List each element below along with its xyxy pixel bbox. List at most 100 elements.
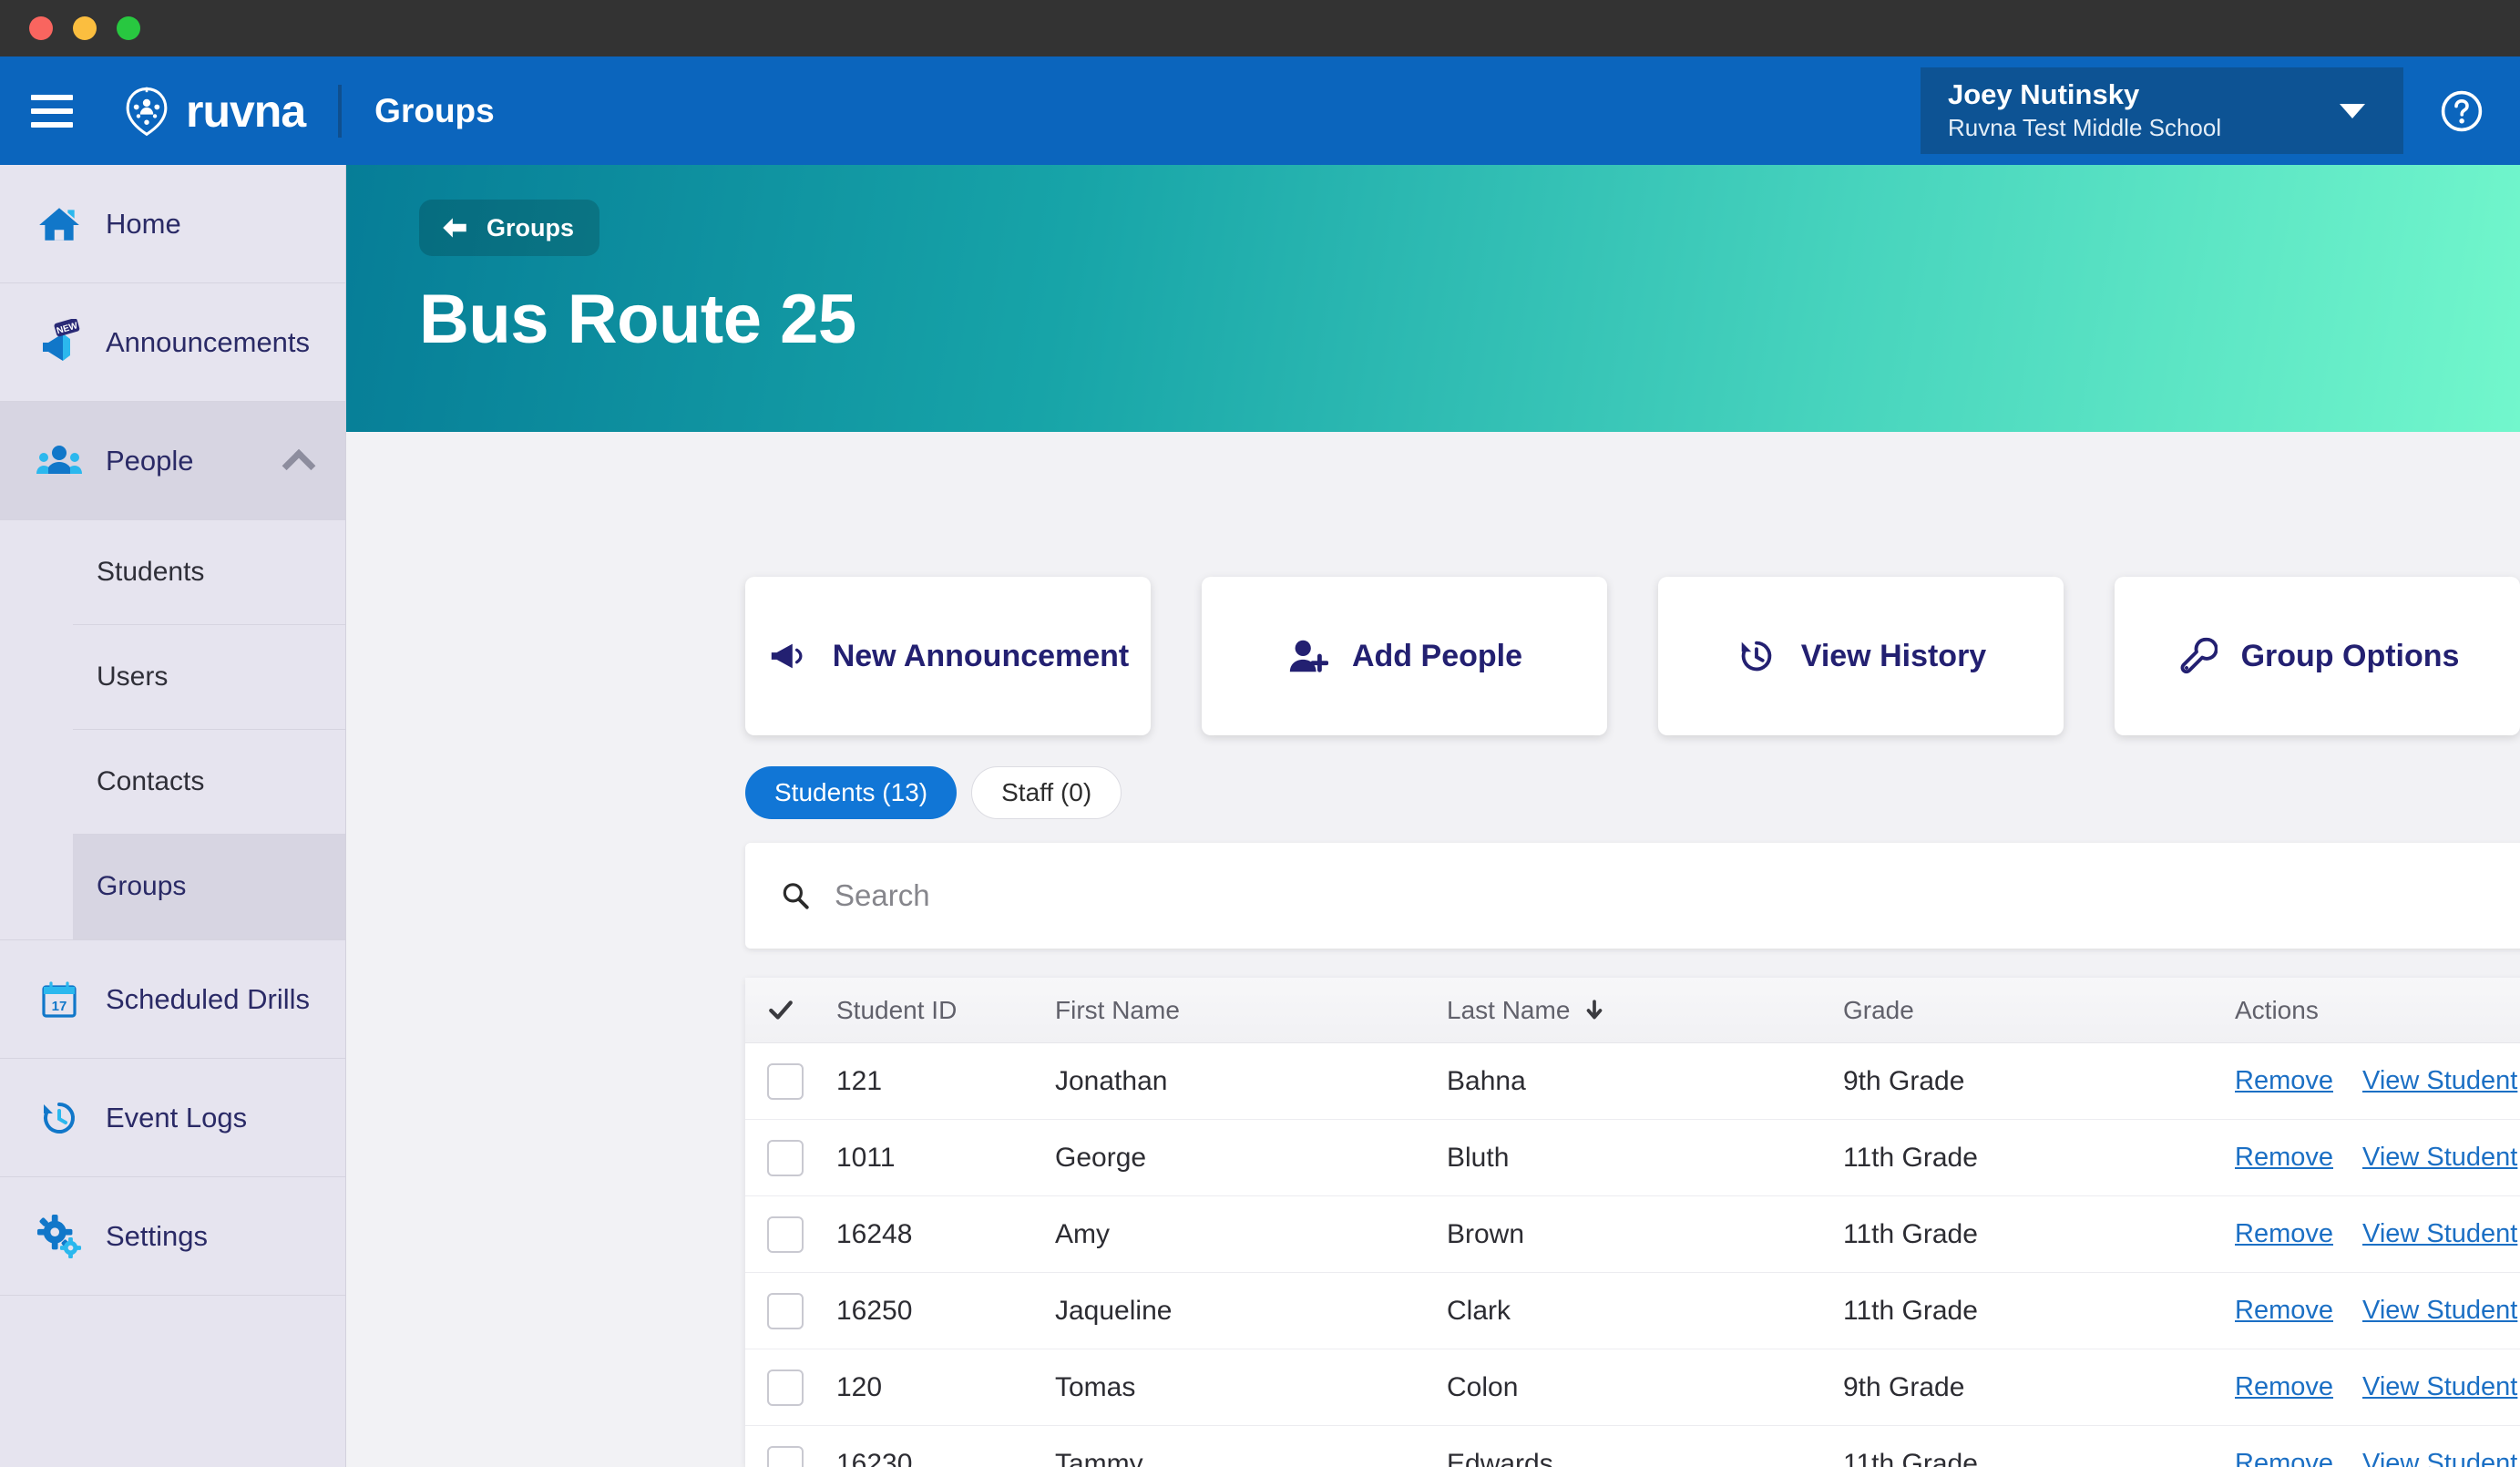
window-maximize-button[interactable]: [117, 16, 140, 40]
top-navigation-bar: ruvna Groups Joey Nutinsky Ruvna Test Mi…: [0, 56, 2520, 165]
cell-first-name: Amy: [1055, 1218, 1110, 1249]
sidebar-item-label: Settings: [106, 1219, 209, 1252]
back-button-label: Groups: [487, 213, 575, 241]
row-checkbox[interactable]: [767, 1292, 804, 1329]
column-header-grade[interactable]: Grade: [1843, 996, 2235, 1025]
sidebar-item-scheduled-drills[interactable]: 17 Scheduled Drills: [0, 940, 345, 1059]
sidebar-item-people[interactable]: People: [0, 402, 345, 520]
sidebar-item-settings[interactable]: Settings: [0, 1177, 345, 1296]
brand-wordmark: ruvna: [186, 85, 306, 137]
cell-last-name: Bluth: [1447, 1142, 1510, 1173]
group-options-button[interactable]: Group Options: [2115, 577, 2520, 735]
view-student-link[interactable]: View Student: [2362, 1372, 2517, 1402]
window-title-bar: [0, 0, 2520, 56]
sidebar-subitem-label: Students: [97, 557, 205, 587]
user-name: Joey Nutinsky: [1948, 78, 2140, 111]
add-people-button[interactable]: Add People: [1202, 577, 1607, 735]
group-action-cards: New Announcement Add People View History…: [745, 577, 2520, 735]
sidebar-item-home[interactable]: Home: [0, 165, 345, 283]
view-student-link[interactable]: View Student: [2362, 1143, 2517, 1173]
row-checkbox-cell: [745, 1369, 836, 1406]
tab-staff[interactable]: Staff (0): [971, 766, 1122, 819]
sidebar-subitem-label: Groups: [97, 871, 187, 901]
gears-icon: [26, 1214, 93, 1259]
action-card-label: Add People: [1351, 638, 1523, 673]
nav-right-cluster: Joey Nutinsky Ruvna Test Middle School: [1921, 56, 2520, 165]
window-minimize-button[interactable]: [73, 16, 97, 40]
sidebar-item-groups[interactable]: Groups: [73, 835, 345, 939]
action-card-label: Group Options: [2240, 638, 2460, 673]
arrow-left-icon: [439, 212, 470, 243]
hamburger-menu-icon[interactable]: [31, 94, 73, 128]
application-root: ruvna Groups Joey Nutinsky Ruvna Test Mi…: [0, 56, 2520, 1467]
calendar-icon: 17: [26, 978, 93, 1021]
search-bar[interactable]: [745, 843, 2520, 949]
row-checkbox[interactable]: [767, 1062, 804, 1100]
search-input[interactable]: [835, 878, 2520, 913]
row-checkbox[interactable]: [767, 1139, 804, 1176]
sidebar-subitem-label: Users: [97, 662, 169, 692]
window-close-button[interactable]: [29, 16, 53, 40]
sidebar-navigation: Home NEW Announcements People Students U…: [0, 165, 346, 1467]
user-plus-icon: [1286, 635, 1328, 677]
row-checkbox[interactable]: [767, 1369, 804, 1406]
row-checkbox[interactable]: [767, 1216, 804, 1253]
new-announcement-button[interactable]: New Announcement: [745, 577, 1151, 735]
table-row: 16250 Jaqueline Clark 11th Grade Remove View …: [745, 1273, 2520, 1349]
cell-student-id: 121: [836, 1065, 883, 1096]
page-title: Groups: [374, 91, 495, 129]
svg-text:17: 17: [52, 999, 67, 1014]
row-checkbox[interactable]: [767, 1445, 804, 1467]
sidebar-item-label: Home: [106, 207, 181, 240]
chevron-down-icon: [2340, 103, 2365, 118]
view-student-link[interactable]: View Student: [2362, 1296, 2517, 1326]
cell-student-id: 16248: [836, 1218, 913, 1249]
students-table: Student ID First Name Last Name Grade Ac…: [745, 978, 2520, 1467]
back-to-groups-button[interactable]: Groups: [419, 200, 600, 256]
remove-link[interactable]: Remove: [2235, 1296, 2333, 1326]
select-all-checkbox[interactable]: [745, 997, 836, 1024]
row-checkbox-cell: [745, 1062, 836, 1100]
sidebar-item-students[interactable]: Students: [73, 520, 345, 625]
tab-label: Staff (0): [1001, 778, 1092, 806]
help-button[interactable]: [2403, 56, 2520, 165]
remove-link[interactable]: Remove: [2235, 1219, 2333, 1249]
column-header-first-name[interactable]: First Name: [1055, 996, 1447, 1025]
cell-grade: 11th Grade: [1843, 1295, 1978, 1326]
sidebar-item-label: Announcements: [106, 325, 311, 358]
table-row: 1011 George Bluth 11th Grade Remove View Stud…: [745, 1120, 2520, 1196]
remove-link[interactable]: Remove: [2235, 1449, 2333, 1467]
view-student-link[interactable]: View Student: [2362, 1449, 2517, 1467]
column-header-student-id[interactable]: Student ID: [836, 996, 1055, 1025]
user-account-menu[interactable]: Joey Nutinsky Ruvna Test Middle School: [1921, 67, 2403, 154]
view-history-button[interactable]: View History: [1658, 577, 2064, 735]
people-icon: [26, 437, 93, 485]
row-checkbox-cell: [745, 1445, 836, 1467]
sidebar-item-event-logs[interactable]: Event Logs: [0, 1059, 345, 1177]
column-label: Actions: [2235, 995, 2319, 1024]
sidebar-people-submenu: Students Users Contacts Groups: [0, 520, 345, 940]
row-checkbox-cell: [745, 1216, 836, 1253]
chevron-up-icon[interactable]: [282, 448, 316, 483]
brand-logo[interactable]: ruvna: [120, 85, 306, 138]
cell-actions: Remove View Student: [2235, 1219, 2520, 1249]
view-student-link[interactable]: View Student: [2362, 1219, 2517, 1249]
sidebar-item-contacts[interactable]: Contacts: [73, 730, 345, 835]
remove-link[interactable]: Remove: [2235, 1143, 2333, 1173]
nav-divider: [338, 84, 343, 138]
view-student-link[interactable]: View Student: [2362, 1066, 2517, 1096]
sidebar-item-announcements[interactable]: NEW Announcements: [0, 283, 345, 402]
sidebar-item-users[interactable]: Users: [73, 625, 345, 730]
sidebar-item-label: Event Logs: [106, 1101, 248, 1134]
remove-link[interactable]: Remove: [2235, 1372, 2333, 1402]
tab-label: Students (13): [774, 778, 928, 806]
tab-students[interactable]: Students (13): [745, 766, 958, 819]
cell-student-id: 16250: [836, 1295, 913, 1326]
table-header-row: Student ID First Name Last Name Grade Ac…: [745, 978, 2520, 1043]
history-icon: [1736, 635, 1777, 677]
row-checkbox-cell: [745, 1292, 836, 1329]
column-header-last-name[interactable]: Last Name: [1447, 996, 1843, 1025]
remove-link[interactable]: Remove: [2235, 1066, 2333, 1096]
column-label: Last Name: [1447, 995, 1571, 1024]
history-icon: [26, 1096, 93, 1140]
